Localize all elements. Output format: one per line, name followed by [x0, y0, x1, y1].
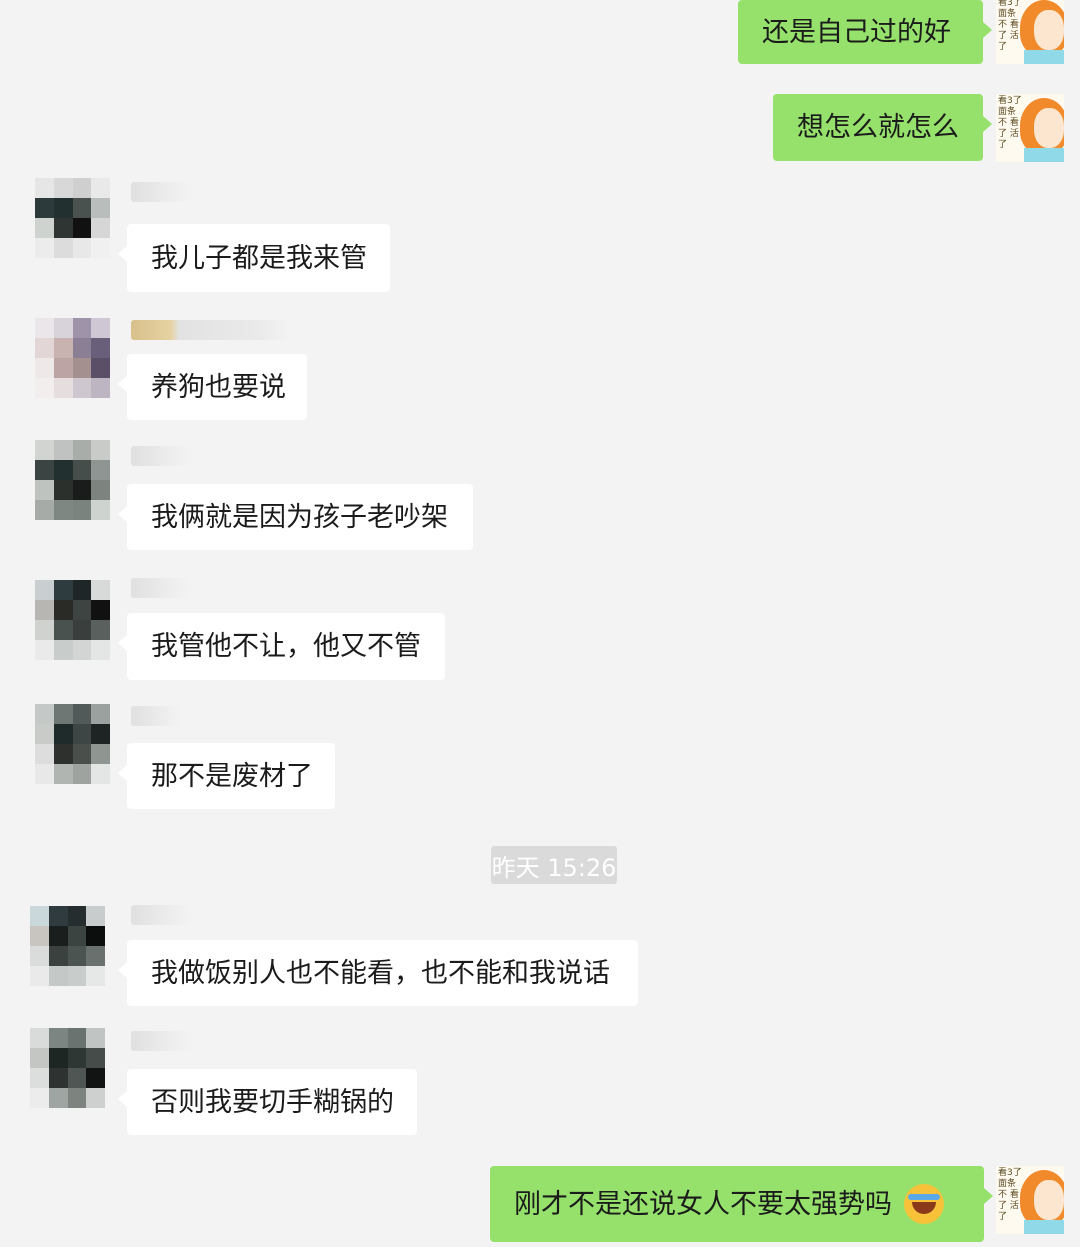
- incoming-message[interactable]: 我俩就是因为孩子老吵架: [118, 484, 473, 550]
- contact-avatar[interactable]: [35, 704, 110, 784]
- incoming-message[interactable]: 我儿子都是我来管: [118, 224, 390, 292]
- incoming-message[interactable]: 我管他不让，他又不管: [118, 613, 445, 680]
- contact-avatar[interactable]: [35, 318, 110, 398]
- contact-nickname-blurred: [131, 578, 191, 598]
- outgoing-message[interactable]: 刚才不是还说女人不要太强势吗: [490, 1166, 993, 1242]
- message-text: 我儿子都是我来管: [151, 242, 367, 274]
- outgoing-message[interactable]: 还是自己过的好: [738, 0, 992, 64]
- message-text: 我俩就是因为孩子老吵架: [151, 501, 448, 533]
- contact-nickname-blurred: [131, 182, 191, 202]
- contact-nickname-blurred: [131, 1031, 191, 1051]
- contact-avatar[interactable]: [35, 178, 110, 258]
- my-avatar[interactable]: 看3了 面条不 看了 活了: [996, 94, 1064, 162]
- message-text: 否则我要切手糊锅的: [151, 1086, 394, 1118]
- message-text: 刚才不是还说女人不要太强势吗: [514, 1188, 892, 1220]
- message-text: 我做饭别人也不能看，也不能和我说话: [151, 957, 610, 989]
- contact-avatar[interactable]: [30, 906, 105, 986]
- incoming-message[interactable]: 否则我要切手糊锅的: [118, 1069, 417, 1135]
- my-avatar[interactable]: 看3了 面条不 看了 活了: [996, 0, 1064, 64]
- incoming-message[interactable]: 养狗也要说: [118, 354, 307, 420]
- laughing-crying-face-emoji-icon: [904, 1184, 944, 1224]
- contact-avatar[interactable]: [35, 580, 110, 660]
- message-text: 我管他不让，他又不管: [151, 631, 421, 662]
- my-avatar[interactable]: 看3了 面条不 看了 活了: [996, 1166, 1064, 1234]
- incoming-message[interactable]: 那不是废材了: [118, 743, 335, 809]
- contact-nickname-blurred: [131, 446, 191, 466]
- message-text: 还是自己过的好: [762, 16, 951, 48]
- contact-nickname-blurred: [131, 706, 181, 726]
- timestamp: 昨天 15:26: [491, 846, 617, 884]
- contact-avatar[interactable]: [30, 1028, 105, 1108]
- contact-nickname-blurred: [131, 905, 191, 925]
- contact-nickname-blurred: [131, 320, 291, 340]
- outgoing-message[interactable]: 想怎么就怎么: [773, 94, 992, 161]
- message-text: 那不是废材了: [151, 760, 313, 792]
- incoming-message[interactable]: 我做饭别人也不能看，也不能和我说话: [118, 940, 638, 1006]
- message-text: 养狗也要说: [151, 371, 286, 403]
- message-text: 想怎么就怎么: [797, 112, 959, 143]
- contact-avatar[interactable]: [35, 440, 110, 520]
